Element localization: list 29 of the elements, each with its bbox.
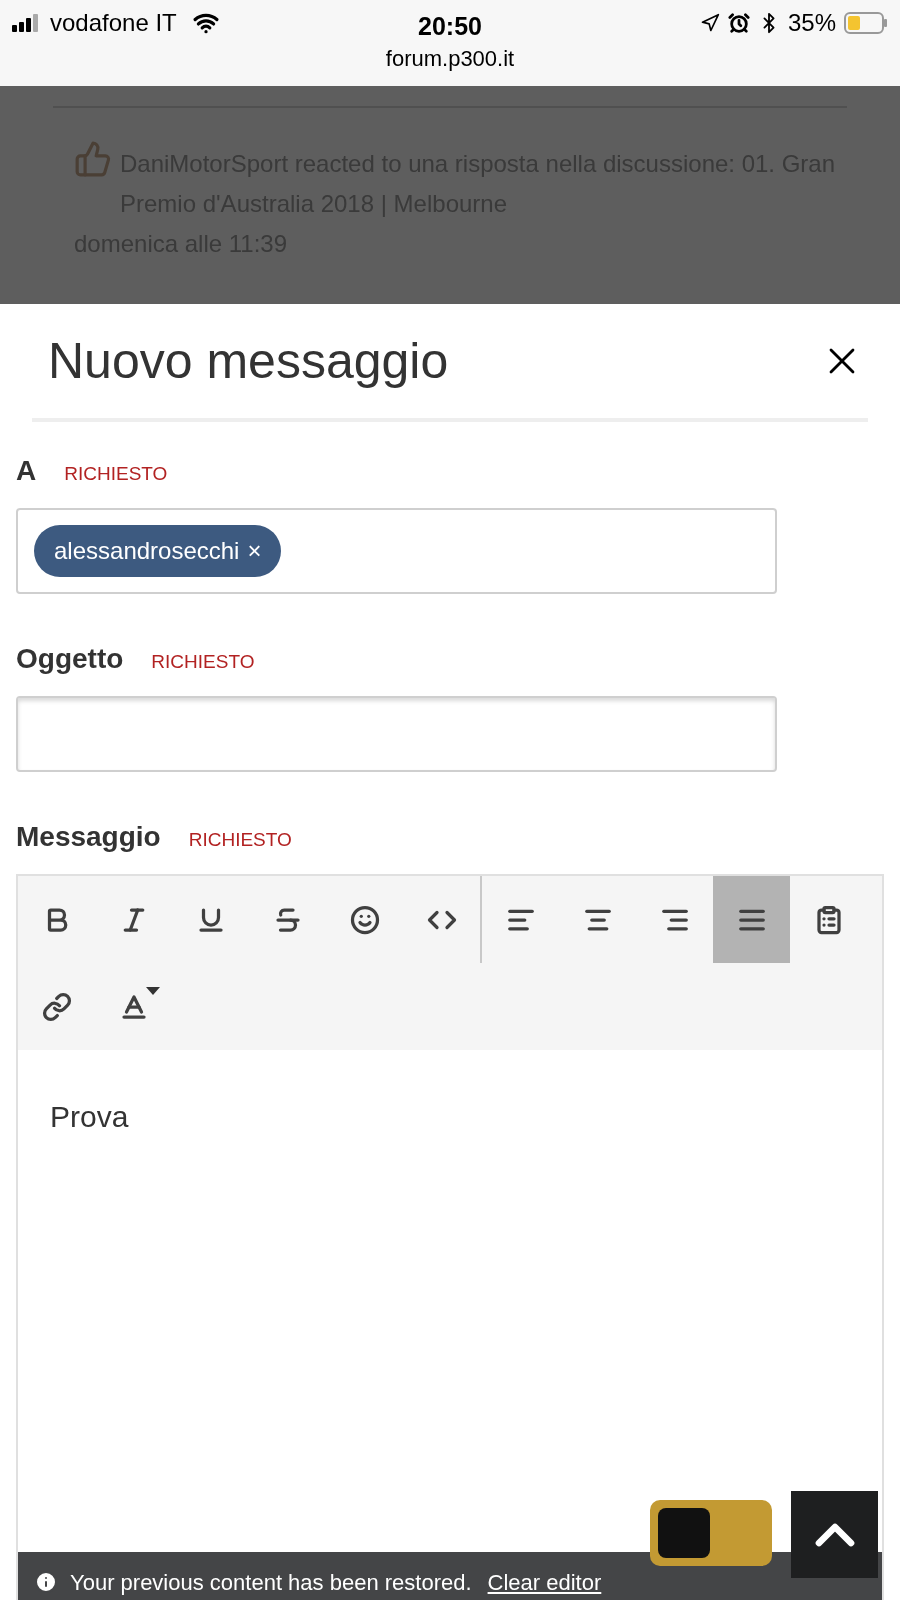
- notice-text: Your previous content has been restored.: [70, 1568, 472, 1597]
- field-label: A: [16, 454, 37, 488]
- clear-editor-link[interactable]: Clear editor: [487, 1565, 602, 1599]
- carrier-name: vodafone IT: [50, 8, 177, 38]
- battery-icon: [844, 12, 888, 34]
- link-icon: [41, 991, 72, 1022]
- required-label: RICHIESTO: [188, 828, 292, 852]
- smiley-icon: [349, 904, 380, 935]
- thumbs-up-icon: [74, 140, 112, 178]
- info-icon: [34, 1570, 58, 1594]
- scroll-top-button[interactable]: [791, 1491, 878, 1578]
- location-icon: [699, 13, 720, 33]
- page-url: forum.p300.it: [384, 45, 516, 73]
- toolbar-button[interactable]: [713, 876, 790, 963]
- tag-remove[interactable]: ×: [247, 533, 262, 569]
- toggle-switch[interactable]: [650, 1500, 772, 1566]
- field-label: Oggetto: [16, 642, 124, 676]
- field-label: Messaggio: [16, 820, 161, 854]
- message-editor[interactable]: Prova: [18, 1050, 882, 1552]
- dialog-title: Nuovo messaggio: [48, 331, 449, 391]
- alarm-icon: [727, 12, 750, 34]
- battery-percent: 35%: [787, 8, 836, 38]
- required-label: RICHIESTO: [64, 462, 168, 486]
- subject-field[interactable]: [16, 696, 777, 772]
- required-label: RICHIESTO: [151, 650, 255, 674]
- recipient-field[interactable]: alessandrosecchi ×: [16, 508, 777, 594]
- clock-time: 20:50: [418, 11, 482, 42]
- tag-text: alessandrosecchi: [54, 536, 240, 566]
- caret-icon: [146, 987, 160, 995]
